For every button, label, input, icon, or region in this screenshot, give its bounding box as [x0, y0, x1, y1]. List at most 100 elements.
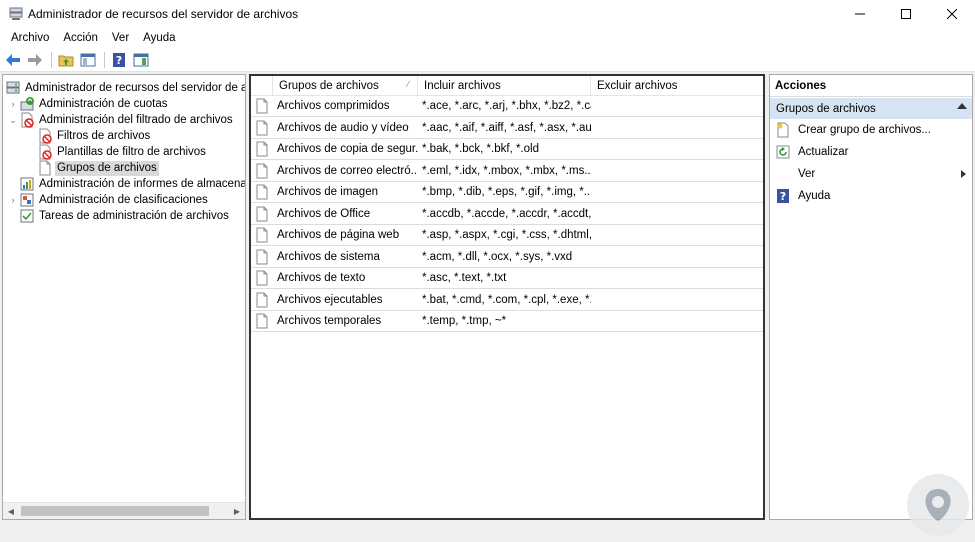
file-screen-icon	[37, 144, 53, 160]
tree-node[interactable]: Tareas de administración de archivos	[7, 208, 231, 224]
document-icon	[251, 311, 273, 332]
file-group-name: Archivos temporales	[277, 315, 382, 327]
classification-icon	[19, 192, 35, 208]
file-group-name: Archivos comprimidos	[277, 100, 390, 112]
toolbar-separator	[104, 51, 105, 68]
tree-node[interactable]: Filtros de archivos	[25, 128, 152, 144]
tree-node[interactable]: ⌄ Administración del filtrado de archivos	[7, 112, 235, 128]
scroll-left-icon[interactable]: ◀	[3, 503, 19, 519]
column-header-exclude[interactable]: Excluir archivos	[591, 76, 763, 96]
tree-node-label: Administrador de recursos del servidor d…	[25, 81, 246, 94]
collapse-caret-icon	[957, 103, 967, 109]
include-files: *.aac, *.aif, *.aiff, *.asf, *.asx, *.au…	[422, 121, 591, 134]
tree-node-label: Plantillas de filtro de archivos	[57, 145, 206, 158]
task-icon	[19, 208, 35, 224]
file-group-name: Archivos de página web	[277, 229, 400, 241]
toolbar-separator	[51, 51, 52, 68]
tree-node-label: Administración del filtrado de archivos	[39, 113, 233, 126]
list-item[interactable]: Archivos de Office *.accdb, *.accde, *.ac…	[251, 204, 763, 225]
list-item[interactable]: Archivos ejecutables *.bat, *.cmd, *.com,…	[251, 290, 763, 311]
action-create-file-group[interactable]: Crear grupo de archivos...	[770, 119, 972, 141]
column-header-file-groups[interactable]: Grupos de archivos ∕	[273, 76, 418, 96]
tree-node[interactable]: Administrador de recursos del servidor d…	[5, 80, 246, 96]
tree-node[interactable]: Plantillas de filtro de archivos	[25, 144, 208, 160]
scrollbar-thumb[interactable]	[21, 506, 209, 516]
watermark-logo	[907, 474, 969, 536]
action-help[interactable]: ? Ayuda	[770, 185, 972, 207]
tree-node[interactable]: Administración de informes de almacenam	[7, 176, 246, 192]
action-label: Actualizar	[798, 146, 849, 158]
document-icon	[251, 268, 273, 289]
document-icon	[251, 117, 273, 138]
minimize-button[interactable]	[837, 0, 883, 28]
exclude-files	[591, 268, 763, 289]
list-item[interactable]: Archivos de imagen *.bmp, *.dib, *.eps, *…	[251, 182, 763, 203]
minimize-icon	[855, 13, 865, 15]
quota-icon	[19, 96, 35, 112]
list-item[interactable]: Archivos de correo electró... *.eml, *.id…	[251, 161, 763, 182]
action-refresh[interactable]: Actualizar	[770, 141, 972, 163]
action-pane-button[interactable]	[132, 51, 150, 69]
expand-arrow-icon[interactable]: ›	[7, 192, 19, 208]
actions-section-header[interactable]: Grupos de archivos	[770, 98, 972, 119]
horizontal-scrollbar[interactable]: ◀ ▶	[3, 502, 245, 519]
scroll-right-icon[interactable]: ▶	[229, 503, 245, 519]
up-folder-button[interactable]	[57, 51, 75, 69]
document-icon	[251, 160, 273, 181]
column-header-include[interactable]: Incluir archivos	[418, 76, 591, 96]
action-pane-icon	[133, 53, 149, 66]
expand-arrow-icon[interactable]: ›	[7, 96, 19, 112]
maximize-button[interactable]	[883, 0, 929, 28]
server-icon	[5, 80, 21, 96]
tree-node-label: Administración de cuotas	[39, 97, 168, 110]
help-button[interactable]: ?	[110, 51, 128, 69]
menu-archivo[interactable]: Archivo	[4, 32, 56, 44]
tree-node-label: Administración de informes de almacenam	[39, 177, 246, 190]
list-item[interactable]: Archivos de sistema *.acm, *.dll, *.ocx, …	[251, 247, 763, 268]
list-item[interactable]: Archivos de copia de segur... *.bak, *.bc…	[251, 139, 763, 160]
list-item[interactable]: Archivos de página web *.asp, *.aspx, *.c…	[251, 225, 763, 246]
new-group-icon	[775, 122, 791, 138]
include-files: *.asp, *.aspx, *.cgi, *.css, *.dhtml,...	[422, 229, 591, 241]
close-button[interactable]	[929, 0, 975, 28]
list-item[interactable]: Archivos de audio y vídeo *.aac, *.aif, *…	[251, 118, 763, 139]
document-icon	[251, 203, 273, 224]
svg-text:?: ?	[780, 190, 786, 203]
action-view[interactable]: Ver	[770, 163, 972, 185]
results-list: Grupos de archivos ∕ Incluir archivos Ex…	[249, 74, 765, 520]
list-item[interactable]: Archivos comprimidos *.ace, *.arc, *.arj,…	[251, 96, 763, 117]
document-icon	[251, 246, 273, 267]
exclude-files	[591, 246, 763, 267]
menu-bar: Archivo Acción Ver Ayuda	[0, 28, 975, 47]
show-hide-tree-icon	[80, 53, 96, 66]
list-item[interactable]: Archivos temporales *.temp, *.tmp, ~*	[251, 311, 763, 332]
menu-ayuda[interactable]: Ayuda	[136, 32, 182, 44]
up-folder-icon	[58, 55, 74, 66]
toolbar: ?	[0, 48, 975, 72]
forward-button[interactable]	[26, 51, 44, 69]
app-icon	[8, 6, 24, 22]
work-area: Administrador de recursos del servidor d…	[0, 72, 975, 542]
actions-section-label: Grupos de archivos	[776, 102, 876, 115]
tree-node-label: Filtros de archivos	[57, 129, 151, 142]
tree-node[interactable]: › Administración de clasificaciones	[7, 192, 210, 208]
collapse-arrow-icon[interactable]: ⌄	[7, 112, 19, 128]
list-item[interactable]: Archivos de texto *.asc, *.text, *.txt	[251, 268, 763, 289]
menu-accion[interactable]: Acción	[56, 32, 105, 44]
file-group-name: Archivos de copia de segur...	[277, 143, 418, 155]
include-files: *.acm, *.dll, *.ocx, *.sys, *.vxd	[422, 250, 573, 263]
show-hide-tree-button[interactable]	[79, 51, 97, 69]
forward-icon	[28, 53, 42, 66]
tree-node[interactable]: Grupos de archivos	[25, 160, 159, 176]
exclude-files	[591, 96, 763, 117]
action-label: Crear grupo de archivos...	[798, 124, 931, 136]
back-button[interactable]	[4, 51, 22, 69]
file-group-name: Archivos de Office	[277, 207, 371, 220]
tree-node[interactable]: › Administración de cuotas	[7, 96, 169, 112]
menu-ver[interactable]: Ver	[105, 32, 136, 44]
